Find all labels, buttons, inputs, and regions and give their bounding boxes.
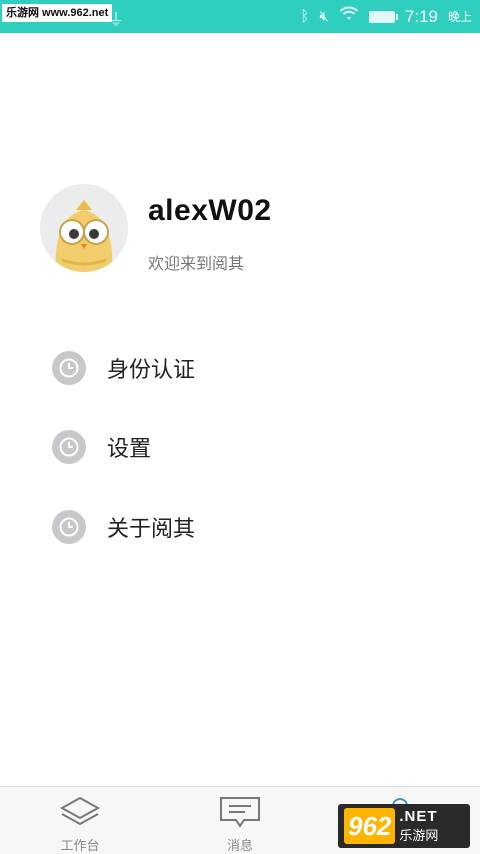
menu-item-label: 关于阅其 — [107, 516, 196, 541]
menu-item-settings[interactable]: 设置 — [52, 427, 432, 467]
owl-avatar-icon — [40, 184, 128, 272]
avatar[interactable] — [40, 184, 128, 272]
mute-icon: 🔇︎ — [319, 8, 329, 25]
bluetooth-icon: ᛒ — [300, 8, 310, 25]
menu-item-label: 设置 — [107, 436, 152, 461]
status-period: 晚上 — [447, 10, 472, 24]
clock-icon — [52, 510, 86, 544]
message-icon — [218, 795, 262, 829]
layers-icon — [59, 795, 101, 829]
menu-item-label: 身份认证 — [107, 357, 196, 382]
tab-messages[interactable]: 消息 — [190, 787, 290, 854]
usb-icon: ⏚ — [108, 12, 125, 29]
watermark-top: 乐游网 www.962.net — [2, 4, 113, 22]
battery-icon — [368, 10, 398, 23]
status-time: 7:19 — [404, 6, 438, 26]
tab-label: 消息 — [226, 838, 253, 853]
clock-icon — [52, 430, 86, 464]
menu-item-identity-verification[interactable]: 身份认证 — [52, 348, 432, 388]
status-bar: 乐游网 www.962.net ⏚ ᛒ 🔇︎ 7:19 晚上 — [0, 0, 480, 33]
tab-label: 工作台 — [60, 838, 100, 853]
watermark-net: .NET — [399, 808, 438, 825]
watermark-badge: 962 — [344, 808, 396, 844]
watermark-logo: 962 .NET 乐游网 — [338, 804, 470, 848]
menu-item-about[interactable]: 关于阅其 — [52, 507, 432, 547]
welcome-text: 欢迎来到阅其 — [148, 256, 245, 273]
wifi-icon — [339, 6, 359, 27]
watermark-name: 乐游网 — [399, 828, 439, 843]
clock-icon — [52, 351, 86, 385]
username: alexW02 — [148, 194, 272, 227]
tab-workbench[interactable]: 工作台 — [30, 787, 130, 854]
